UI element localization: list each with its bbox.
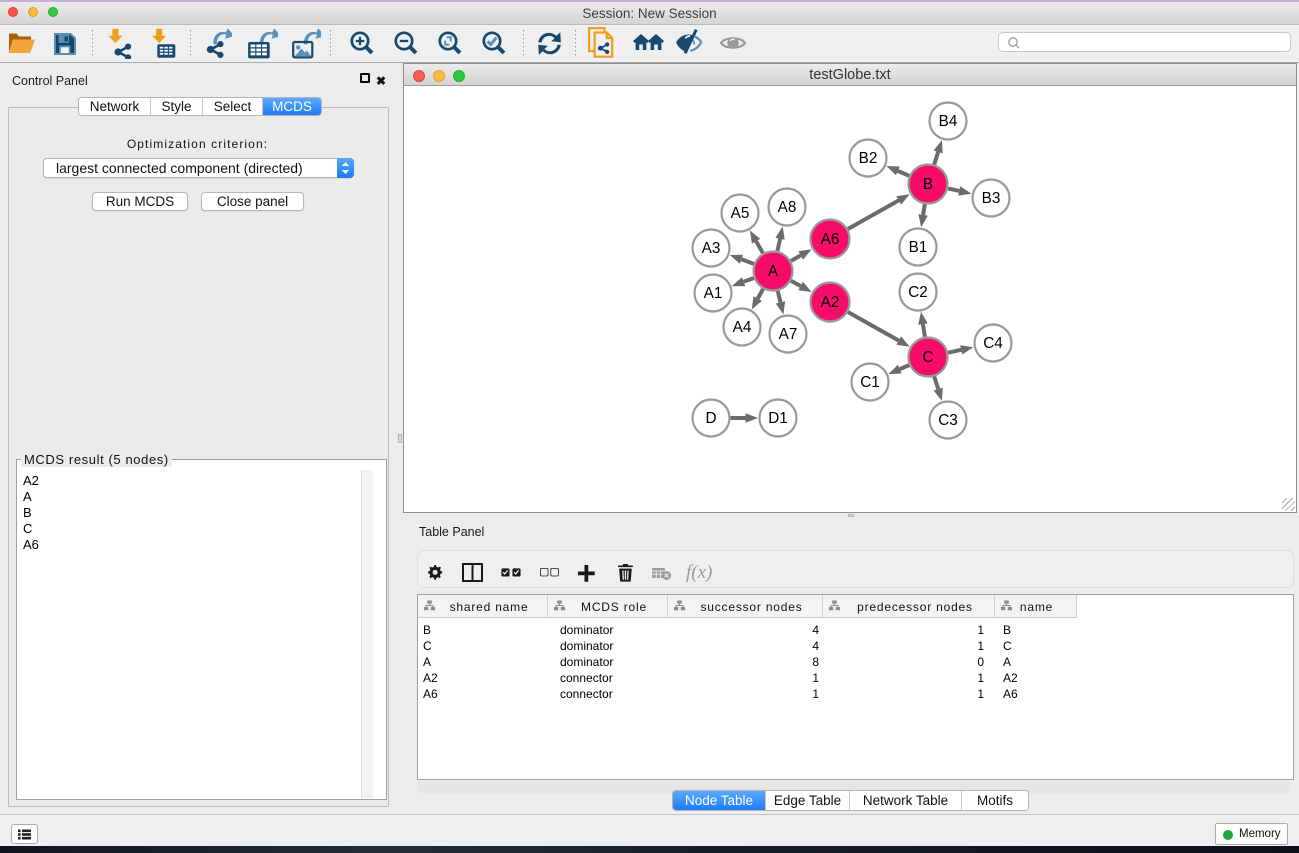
svg-text:A5: A5 (731, 205, 750, 222)
svg-text:B4: B4 (939, 113, 958, 130)
svg-text:D1: D1 (768, 410, 788, 427)
svg-text:A7: A7 (779, 326, 798, 343)
svg-text:A3: A3 (702, 240, 721, 257)
svg-text:B2: B2 (859, 150, 878, 167)
svg-text:A4: A4 (733, 319, 752, 336)
svg-text:f(x): f(x) (686, 563, 712, 583)
svg-text:D: D (705, 410, 716, 427)
svg-text:C4: C4 (983, 335, 1003, 352)
svg-text:C1: C1 (860, 374, 880, 391)
svg-text:B1: B1 (909, 239, 928, 256)
svg-text:C: C (922, 349, 933, 366)
svg-text:B: B (923, 176, 933, 193)
svg-text:B3: B3 (982, 190, 1001, 207)
svg-text:C3: C3 (938, 412, 958, 429)
svg-text:A: A (768, 263, 779, 280)
svg-text:A6: A6 (821, 231, 840, 248)
svg-text:A8: A8 (778, 199, 797, 216)
svg-text:A2: A2 (821, 294, 840, 311)
svg-text:A1: A1 (704, 285, 723, 302)
svg-text:C2: C2 (908, 284, 928, 301)
